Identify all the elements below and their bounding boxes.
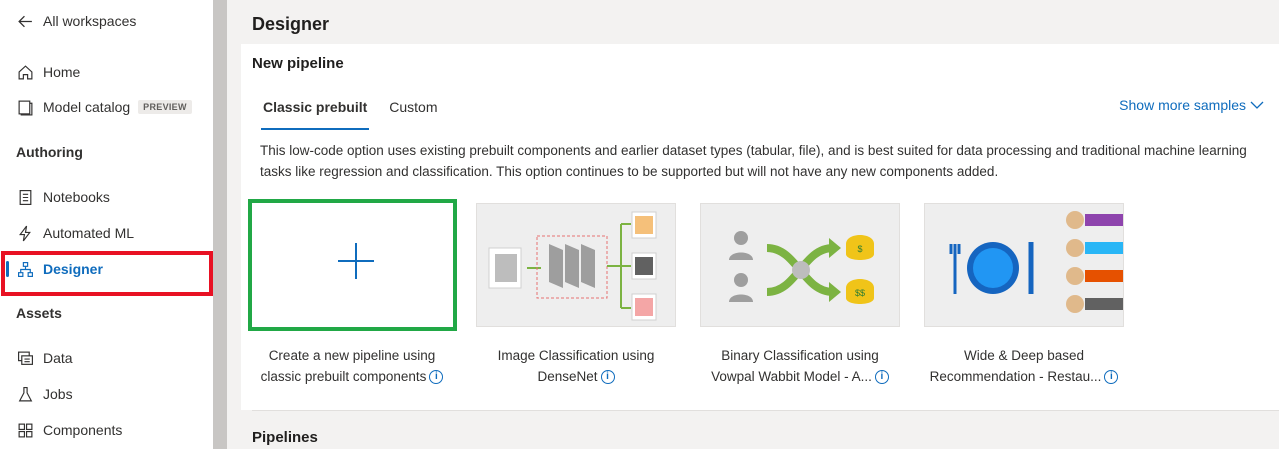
page-title: Designer [252, 14, 330, 34]
sidebar-item-label: Notebooks [43, 189, 110, 205]
sidebar-item-label: Components [43, 422, 123, 438]
sample-card-binary-classification[interactable]: $ $$ Binary Classification using Vowpal … [700, 203, 900, 385]
card-caption-line2: Recommendation - Restau... [929, 369, 1102, 384]
data-icon [16, 349, 34, 367]
sample-card-image-classification[interactable]: Image Classification using DenseNet i [476, 203, 676, 385]
sidebar-item-notebooks[interactable]: Notebooks [0, 182, 213, 212]
chevron-down-icon [1250, 101, 1264, 109]
main-content: Designer New pipeline Classic prebuilt C… [227, 0, 1279, 449]
new-pipeline-title: New pipeline [252, 55, 344, 72]
new-pipeline-panel: New pipeline Classic prebuilt Custom Sho… [241, 44, 1279, 411]
catalog-icon [16, 98, 34, 116]
wide-deep-thumbnail [924, 203, 1124, 327]
back-label: All workspaces [43, 13, 137, 29]
sidebar-item-label: Model catalog [43, 99, 131, 115]
sample-card-wide-deep-recommendation[interactable]: Wide & Deep based Recommendation - Resta… [924, 203, 1124, 385]
sidebar-item-model-catalog[interactable]: Model catalog PREVIEW [0, 92, 213, 122]
card-caption: Create a new pipeline using classic preb… [242, 345, 462, 387]
vowpal-wabbit-thumbnail: $ $$ [700, 203, 900, 327]
densenet-thumbnail [476, 203, 676, 327]
card-caption-line1: Binary Classification using [721, 348, 879, 363]
card-caption-line2: classic prebuilt components [260, 369, 427, 384]
pipeline-tabs: Classic prebuilt Custom [252, 98, 449, 130]
info-icon[interactable]: i [874, 370, 889, 385]
sidebar-item-jobs[interactable]: Jobs [0, 379, 213, 409]
designer-highlight-box [1, 251, 213, 296]
sidebar-item-automated-ml[interactable]: Automated ML [0, 218, 213, 248]
notebook-icon [16, 188, 34, 206]
card-caption-line1: Image Classification using [497, 348, 655, 363]
info-icon[interactable]: i [429, 370, 444, 385]
info-icon[interactable]: i [1104, 370, 1119, 385]
sidebar-item-label: Home [43, 64, 81, 80]
sidebar-item-data[interactable]: Data [0, 343, 213, 373]
arrow-left-icon [16, 12, 34, 30]
description-text: This low-code option uses existing prebu… [260, 143, 1247, 179]
card-caption-line2: Vowpal Wabbit Model - A... [711, 369, 872, 384]
card-caption: Wide & Deep based Recommendation - Resta… [914, 345, 1134, 387]
sidebar-item-home[interactable]: Home [0, 57, 213, 87]
svg-text:$: $ [857, 244, 862, 254]
card-caption: Image Classification using DenseNet i [466, 345, 686, 387]
card-caption-line1: Create a new pipeline using [268, 348, 436, 363]
sidebar-scrollbar[interactable] [213, 0, 227, 449]
assets-heading: Assets [16, 305, 62, 321]
sidebar-item-label: Data [43, 350, 73, 366]
sidebar: All workspaces Home Model catalog PREVIE… [0, 0, 213, 449]
tab-custom[interactable]: Custom [378, 98, 448, 130]
pipelines-heading: Pipelines [252, 429, 318, 446]
show-more-samples-link[interactable]: Show more samples [1119, 97, 1264, 113]
card-caption-line1: Wide & Deep based [963, 348, 1085, 363]
tab-classic-prebuilt[interactable]: Classic prebuilt [252, 98, 378, 130]
flask-icon [16, 385, 34, 403]
card-caption: Binary Classification using Vowpal Wabbi… [690, 345, 910, 387]
home-icon [16, 63, 34, 81]
svg-text:$$: $$ [855, 288, 865, 298]
show-more-label: Show more samples [1119, 97, 1246, 113]
card-caption-line2: DenseNet [537, 369, 598, 384]
create-new-pipeline-card[interactable] [248, 199, 457, 331]
panel-divider [252, 410, 1279, 411]
info-icon[interactable]: i [600, 370, 615, 385]
sidebar-item-label: Jobs [43, 386, 73, 402]
sidebar-item-label: Automated ML [43, 225, 135, 241]
lightning-icon [16, 224, 34, 242]
back-to-workspaces-link[interactable]: All workspaces [0, 6, 213, 36]
components-icon [16, 421, 34, 439]
sidebar-item-components[interactable]: Components [0, 415, 213, 445]
authoring-heading: Authoring [16, 144, 83, 160]
plus-icon [338, 243, 374, 279]
preview-badge: PREVIEW [138, 100, 192, 114]
